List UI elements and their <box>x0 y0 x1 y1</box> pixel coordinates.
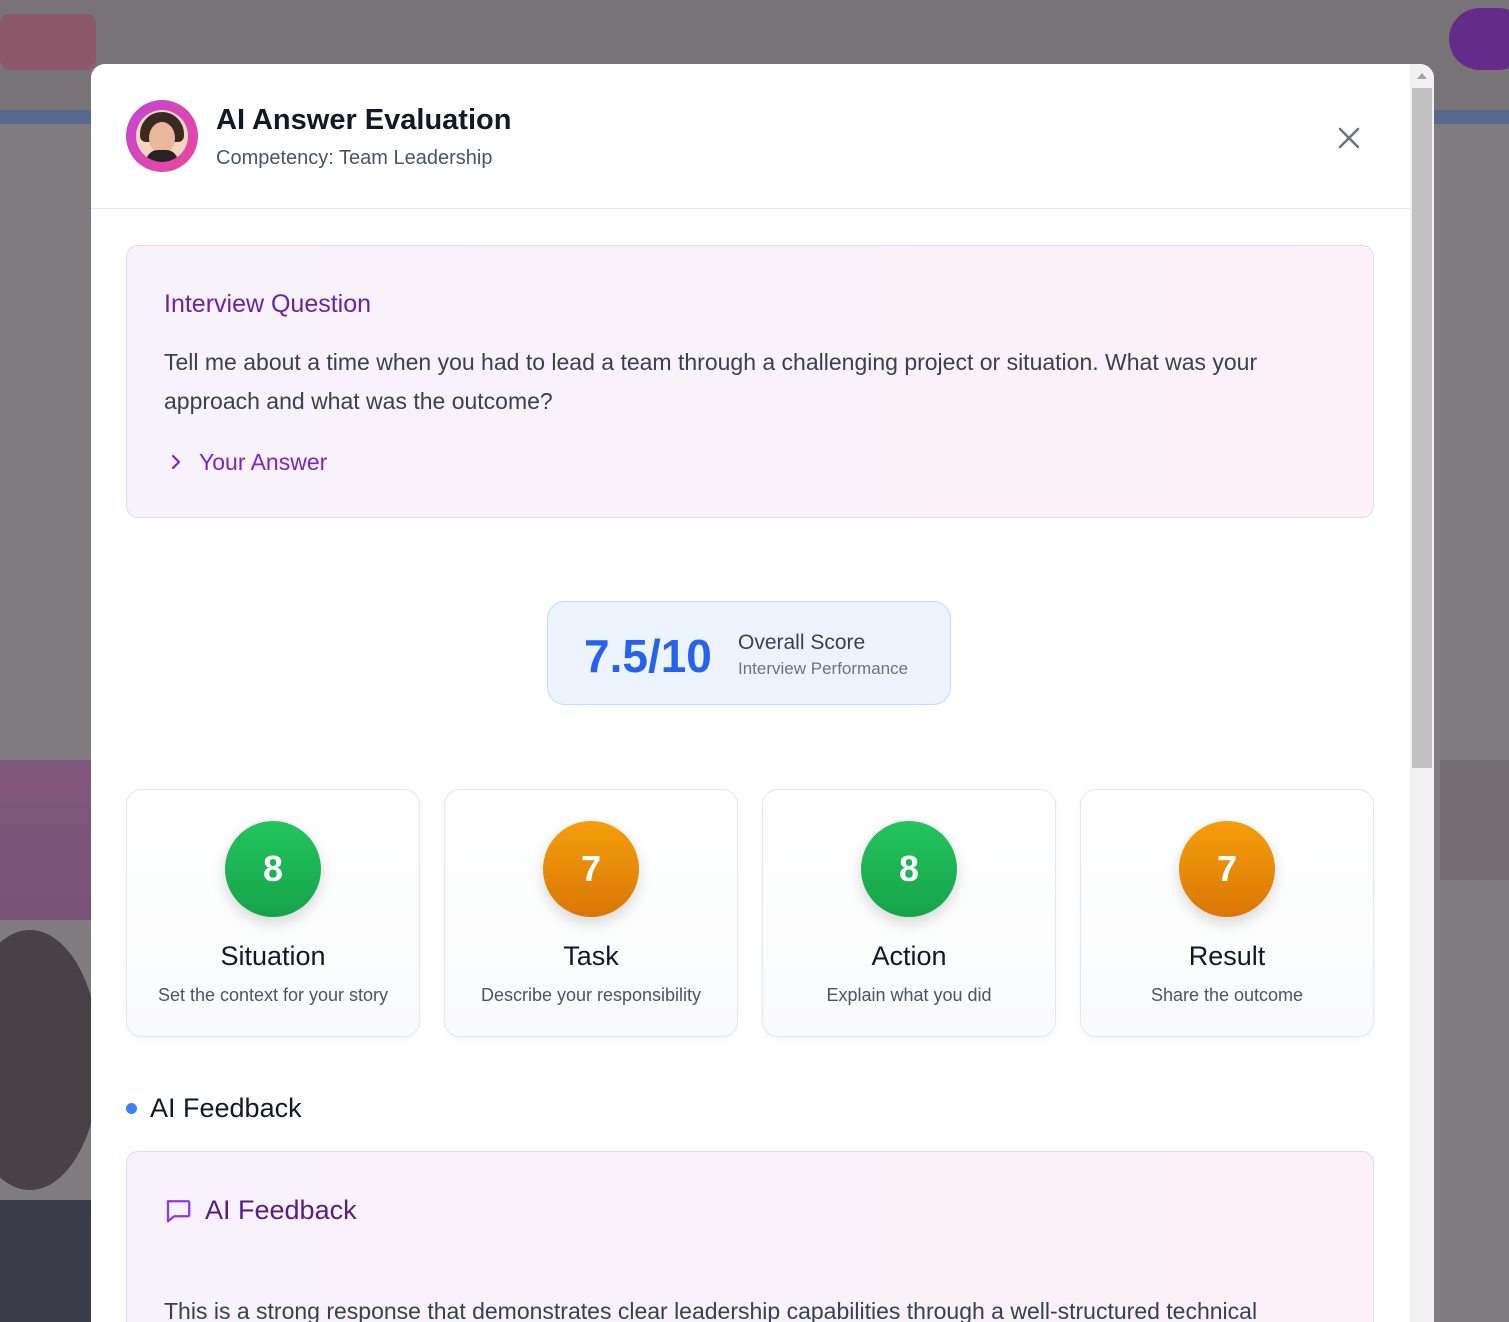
score-circle: 8 <box>225 821 321 917</box>
feedback-card: AI Feedback This is a strong response th… <box>126 1151 1374 1322</box>
feedback-section-title: AI Feedback <box>150 1092 302 1123</box>
star-title: Result <box>1188 941 1266 971</box>
your-answer-toggle[interactable]: Your Answer <box>164 446 327 478</box>
star-card-situation: 8 Situation Set the context for your sto… <box>126 789 420 1037</box>
modal-header: AI Answer Evaluation Competency: Team Le… <box>91 64 1410 209</box>
evaluation-modal: AI Answer Evaluation Competency: Team Le… <box>91 64 1434 1322</box>
close-button[interactable] <box>1327 116 1371 160</box>
score-circle: 7 <box>543 821 639 917</box>
avatar-photo <box>136 110 188 162</box>
score-circle: 8 <box>861 821 957 917</box>
overall-score-value: 7.5/10 <box>584 630 712 682</box>
message-square-icon <box>166 1200 191 1223</box>
bullet-dot-icon <box>126 1102 137 1114</box>
star-description: Set the context for your story <box>157 985 389 1005</box>
star-card-task: 7 Task Describe your responsibility <box>444 789 738 1037</box>
overall-score-sublabel: Interview Performance <box>738 659 909 678</box>
star-title: Task <box>563 941 619 971</box>
modal-title: AI Answer Evaluation <box>216 104 512 136</box>
question-text: Tell me about a time when you had to lea… <box>164 349 1258 414</box>
question-label: Interview Question <box>164 290 372 318</box>
close-icon <box>1338 127 1360 149</box>
star-description: Describe your responsibility <box>480 985 702 1005</box>
feedback-card-header: AI Feedback <box>163 1192 357 1228</box>
overall-score: 7.5/10 Overall Score Interview Performan… <box>547 601 951 705</box>
score-circle: 7 <box>1179 821 1275 917</box>
feedback-text: This is a strong response that demonstra… <box>164 1298 1258 1322</box>
star-card-action: 8 Action Explain what you did <box>762 789 1056 1037</box>
question-card: Interview Question Tell me about a time … <box>126 245 1374 518</box>
star-description: Explain what you did <box>826 985 992 1005</box>
star-description: Share the outcome <box>1150 985 1304 1005</box>
your-answer-label: Your Answer <box>199 448 328 475</box>
avatar <box>126 100 198 172</box>
modal-subtitle: Competency: Team Leadership <box>216 147 493 169</box>
overall-score-label: Overall Score <box>738 631 866 654</box>
scrollbar-thumb[interactable] <box>1412 88 1432 768</box>
star-title: Action <box>871 941 947 971</box>
modal-scrollbar[interactable] <box>1410 64 1434 1322</box>
scroll-up-arrow-icon[interactable] <box>1410 64 1434 88</box>
feedback-card-title: AI Feedback <box>205 1194 357 1225</box>
star-title: Situation <box>220 941 326 971</box>
star-card-result: 7 Result Share the outcome <box>1080 789 1374 1037</box>
chevron-right-icon <box>171 454 181 470</box>
feedback-section-heading: AI Feedback <box>126 1092 302 1124</box>
